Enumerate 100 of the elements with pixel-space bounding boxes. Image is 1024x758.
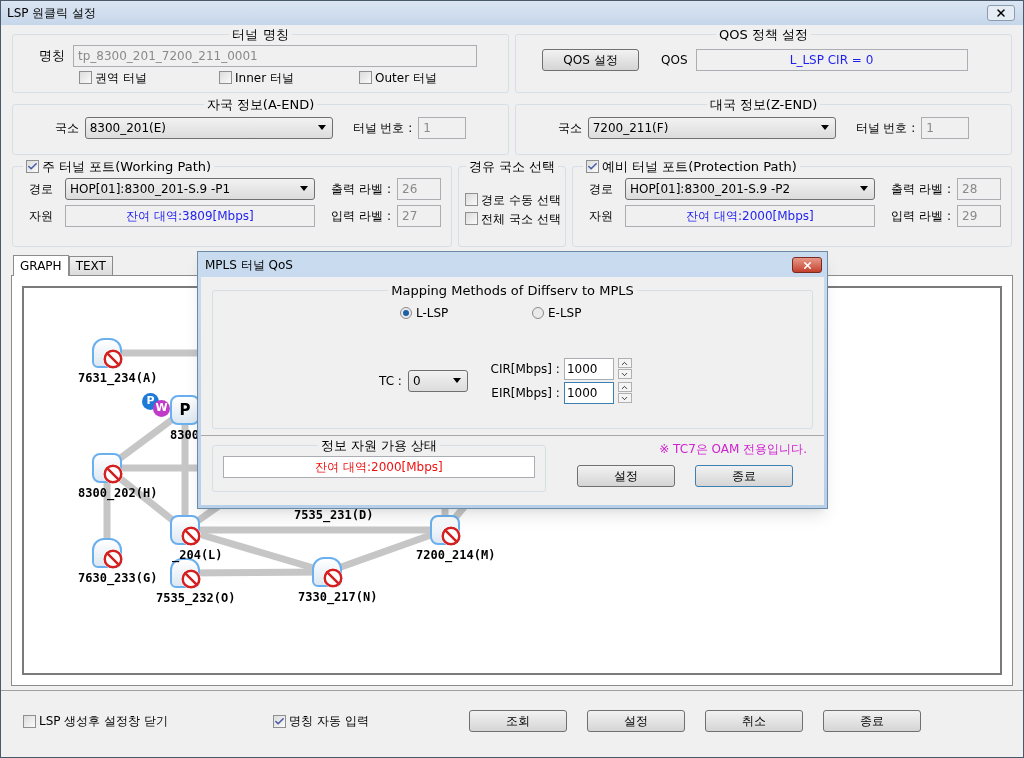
node-icon[interactable]: [92, 538, 122, 568]
group-title: 터널 명칭: [232, 27, 289, 42]
readonly-field[interactable]: L_LSP CIR = 0: [695, 48, 968, 71]
checkbox-option[interactable]: 명칭 자동 입력: [273, 712, 469, 730]
group-title: 경유 국소 선택: [468, 159, 556, 174]
checkbox-option[interactable]: Inner 터널: [219, 68, 359, 87]
group-title: 자국 정보(A-END): [206, 97, 315, 112]
radio-option[interactable]: E-LSP: [532, 303, 592, 322]
radio-button[interactable]: [400, 306, 412, 319]
group-title: 대국 정보(Z-END): [709, 97, 818, 112]
close-button[interactable]: [987, 5, 1015, 21]
checkbox-option[interactable]: 예비 터널 포트(Protection Path): [586, 157, 797, 177]
number-field[interactable]: 1000: [563, 357, 614, 380]
prohibited-icon: [103, 549, 123, 569]
status-field: 잔여 대역:2000[Mbps]: [223, 455, 535, 478]
dropdown-arrow-icon: [860, 186, 868, 191]
prohibited-icon: [103, 464, 123, 484]
note-text: ※ TC7은 OAM 전용입니다.: [659, 441, 807, 458]
window-title: LSP 원클릭 설정: [7, 5, 97, 22]
node-label: 7535_232(O): [156, 590, 236, 607]
station-label: 국소: [54, 119, 79, 137]
rate-label: EIR[Mbps] :: [490, 384, 560, 402]
node-icon[interactable]: [92, 338, 122, 368]
dialog-title: MPLS 터널 QoS: [205, 257, 293, 274]
tc-label: TC :: [379, 372, 402, 390]
tunnel-number-label: 터널 번호 :: [352, 119, 413, 137]
button[interactable]: 설정: [587, 710, 685, 732]
node-icon[interactable]: [170, 515, 200, 545]
button[interactable]: 취소: [705, 710, 803, 732]
button[interactable]: 종료: [695, 465, 793, 487]
radio-option[interactable]: L-LSP: [400, 303, 460, 322]
tab[interactable]: GRAPH: [13, 255, 69, 276]
close-button[interactable]: [792, 257, 822, 273]
spin-up-button[interactable]: [617, 382, 632, 392]
checkbox[interactable]: [586, 160, 599, 174]
checkbox[interactable]: [23, 714, 36, 728]
out-label-label: 출력 라벨 :: [330, 180, 391, 198]
dropdown-arrow-icon: [300, 186, 308, 191]
qos-label: QOS: [661, 51, 688, 69]
close-icon: [995, 7, 1007, 19]
dropdown[interactable]: HOP[01]:8300_201-S.9 -P2: [625, 177, 875, 200]
group-title: 정보 자원 가용 상태: [320, 438, 438, 453]
close-icon: [801, 259, 813, 271]
readonly-field[interactable]: 잔여 대역:3809[Mbps]: [65, 204, 315, 227]
checkbox-option[interactable]: 주 터널 포트(Working Path): [26, 157, 212, 177]
checkbox[interactable]: [465, 212, 478, 225]
dropdown[interactable]: 8300_201(E): [84, 116, 333, 139]
checkbox[interactable]: [26, 160, 39, 174]
resource-label: 자원: [588, 207, 614, 225]
dropdown[interactable]: HOP[01]:8300_201-S.9 -P1: [65, 177, 315, 200]
tunnel-number-label: 터널 번호 :: [855, 119, 916, 137]
button[interactable]: 종료: [823, 710, 921, 732]
tab[interactable]: TEXT: [68, 256, 113, 275]
node-icon[interactable]: P: [170, 395, 200, 425]
checkbox[interactable]: [359, 71, 372, 84]
dropdown-arrow-icon: [452, 378, 461, 383]
route-label: 경로: [588, 180, 614, 198]
node-icon[interactable]: [312, 557, 342, 587]
prohibited-icon: [181, 526, 201, 546]
checkbox-option[interactable]: 권역 터널: [79, 68, 219, 87]
station-label: 국소: [557, 119, 582, 137]
node-icon[interactable]: [92, 453, 122, 483]
button[interactable]: 조회: [469, 710, 567, 732]
in-label-label: 입력 라벨 :: [890, 207, 951, 225]
spin-up-button[interactable]: [617, 358, 632, 368]
node-label: 7200_214(M): [416, 547, 496, 564]
button[interactable]: QOS 설정: [542, 48, 639, 71]
out-label-label: 출력 라벨 :: [890, 180, 951, 198]
number-field[interactable]: 1000: [563, 381, 614, 404]
checkbox[interactable]: [465, 193, 478, 206]
checkbox[interactable]: [219, 71, 232, 84]
dropdown[interactable]: 0: [407, 369, 468, 392]
group-title: QOS 정책 설정: [719, 27, 808, 42]
node-label: 8300_202(H): [78, 485, 158, 502]
checkbox-option[interactable]: LSP 생성후 설정창 닫기: [23, 712, 273, 730]
prohibited-icon: [441, 526, 461, 546]
check-icon: [274, 715, 285, 727]
checkbox[interactable]: [79, 71, 92, 84]
route-label: 경로: [28, 180, 54, 198]
in-label-label: 입력 라벨 :: [330, 207, 391, 225]
dropdown[interactable]: 7200_211(F): [587, 116, 836, 139]
node-label: 7535_231(D): [294, 507, 374, 524]
button[interactable]: 설정: [577, 465, 675, 487]
node-icon[interactable]: [430, 515, 460, 545]
radio-button[interactable]: [532, 306, 544, 319]
node-label: 7631_234(A): [78, 370, 158, 387]
resource-label: 자원: [28, 207, 54, 225]
node-label: 7330_217(N): [298, 589, 378, 606]
checkbox-option[interactable]: 경로 수동 선택: [465, 190, 565, 209]
dropdown-arrow-icon: [317, 125, 326, 130]
node-label: _204(L): [172, 547, 223, 564]
spin-down-button[interactable]: [617, 369, 632, 379]
prohibited-icon: [323, 568, 343, 588]
checkbox-option[interactable]: Outer 터널: [359, 68, 499, 87]
group-title: Mapping Methods of Diffserv to MPLS: [391, 283, 634, 298]
readonly-field[interactable]: 잔여 대역:2000[Mbps]: [625, 204, 875, 227]
checkbox[interactable]: [273, 714, 286, 728]
checkbox-option[interactable]: 전체 국소 선택: [465, 209, 565, 228]
spin-down-button[interactable]: [617, 393, 632, 403]
dropdown-arrow-icon: [820, 125, 829, 130]
